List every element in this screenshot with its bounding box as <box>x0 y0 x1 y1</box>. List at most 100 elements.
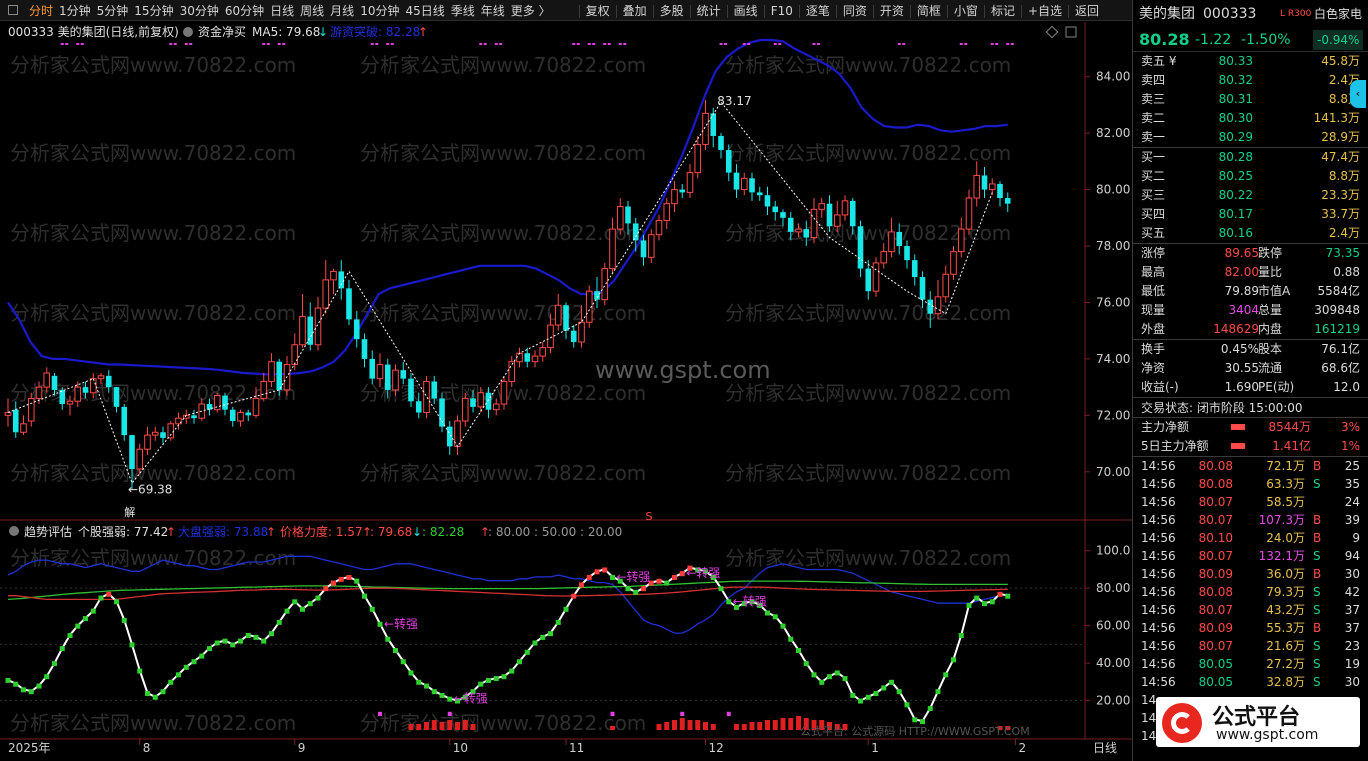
tick-time: 14:56 <box>1141 459 1176 473</box>
signal-dot <box>76 43 80 45</box>
stat-value: 0.88 <box>1333 265 1360 279</box>
strength-marker <box>765 610 770 616</box>
tool-button-0[interactable]: 复权 <box>583 1 613 20</box>
period-tab-5[interactable]: 60分钟 <box>222 1 267 20</box>
toolbar-icon[interactable] <box>0 0 26 18</box>
candle-body <box>981 175 988 190</box>
strength-marker <box>315 595 321 601</box>
strength-marker <box>912 717 918 723</box>
bid-row[interactable]: 买三 80.22 23.3万 <box>1133 186 1368 205</box>
candle-body <box>160 432 166 438</box>
period-tab-7[interactable]: 周线 <box>297 1 327 20</box>
flow-row[interactable]: 5日主力净额 1.41亿 1% <box>1133 437 1368 456</box>
period-tab-0[interactable]: 分时 <box>26 1 56 20</box>
sub-footer-text: 公式平台: 公式源码 HTTP://WWW.GSPT.COM <box>800 724 1030 738</box>
tool-button-7[interactable]: 同资 <box>840 1 870 20</box>
turn-label: ←转强 <box>454 691 488 706</box>
bid-row[interactable]: 买二 80.25 8.8万 <box>1133 167 1368 186</box>
candle-body <box>647 234 655 258</box>
sub-y-tick-label: 40.00 <box>1096 656 1130 670</box>
sector-name[interactable]: 白色家电 <box>1314 0 1362 28</box>
bid-label: 买四 <box>1141 207 1166 221</box>
finance-label: 净资 <box>1141 361 1166 375</box>
tick-row: 14:56 80.07 21.6万 S 23 <box>1133 637 1368 655</box>
ask-price: 80.32 <box>1218 73 1253 87</box>
strength-marker <box>369 606 375 612</box>
period-tab-8[interactable]: 月线 <box>327 1 357 20</box>
ask-row[interactable]: 卖五 ¥ 80.33 45.8万 <box>1133 52 1368 71</box>
tool-button-10[interactable]: 小窗 <box>951 1 981 20</box>
strength-marker <box>106 591 112 597</box>
strength-marker <box>958 633 964 638</box>
flow-label: 主力净额 <box>1141 420 1190 434</box>
signal-dot <box>370 43 374 45</box>
strength-marker <box>416 679 422 685</box>
watermark-text: 分析家公式网www.70822.com <box>10 141 296 165</box>
strength-marker <box>13 681 19 687</box>
period-tab-12[interactable]: 年线 <box>478 1 508 20</box>
pink-bar <box>378 711 382 716</box>
finance-value: 30.55 <box>1224 361 1259 375</box>
tick-volume: 107.3万 <box>1258 513 1305 527</box>
bid-price: 80.17 <box>1218 207 1253 221</box>
stat-value: 82.00 <box>1224 265 1259 279</box>
bid-row[interactable]: 买五 80.16 2.4万 <box>1133 224 1368 243</box>
tool-button-6[interactable]: 逐笔 <box>803 1 833 20</box>
brand-logo-icon <box>1162 703 1202 743</box>
bid-row[interactable]: 买一 80.28 47.4万 <box>1133 148 1368 167</box>
ask-row[interactable]: 卖四 80.32 2.4万 <box>1133 71 1368 90</box>
strength-marker <box>284 608 290 614</box>
candle-body <box>749 178 755 193</box>
period-tab-11[interactable]: 季线 <box>448 1 478 20</box>
bid-row[interactable]: 买四 80.17 33.7万 <box>1133 205 1368 224</box>
strength-marker <box>129 642 135 648</box>
strength-marker <box>214 640 220 646</box>
period-tab-1[interactable]: 1分钟 <box>56 1 94 20</box>
period-tab-13[interactable]: 更多 〉 <box>508 1 554 20</box>
period-tab-6[interactable]: 日线 <box>267 1 297 20</box>
tool-button-1[interactable]: 叠加 <box>620 1 650 20</box>
stat-label: 量比 <box>1258 265 1283 279</box>
toolbar-separator <box>763 5 765 18</box>
candle-body <box>927 299 934 314</box>
strength-marker <box>176 672 181 678</box>
strength-marker <box>532 640 538 646</box>
watermark-text: 分析家公式网www.70822.com <box>360 53 646 77</box>
settings-icon <box>183 27 193 37</box>
candle-body <box>578 321 585 343</box>
expand-handle[interactable]: ‹ <box>1350 80 1366 108</box>
tool-button-5[interactable]: F10 <box>768 1 796 20</box>
period-tab-2[interactable]: 5分钟 <box>94 1 132 20</box>
period-tab-9[interactable]: 10分钟 <box>357 1 402 20</box>
watermark-text: 分析家公式网www.70822.com <box>10 301 296 325</box>
toolbar-separator <box>798 5 800 18</box>
tool-button-9[interactable]: 简框 <box>914 1 944 20</box>
candle-body <box>740 177 748 191</box>
toolbar-separator <box>872 5 874 18</box>
tick-time: 14:56 <box>1141 657 1176 671</box>
tool-button-13[interactable]: 返回 <box>1072 1 1102 20</box>
strength-marker <box>400 659 406 665</box>
tool-button-2[interactable]: 多股 <box>657 1 687 20</box>
tool-button-11[interactable]: 标记 <box>988 1 1018 20</box>
strength-marker <box>90 608 96 614</box>
tool-button-4[interactable]: 画线 <box>731 1 761 20</box>
period-tab-4[interactable]: 30分钟 <box>177 1 222 20</box>
ask-row[interactable]: 卖二 80.30 141.3万 <box>1133 109 1368 128</box>
period-tab-10[interactable]: 45日线 <box>402 1 447 20</box>
tick-count: 94 <box>1344 549 1360 563</box>
tick-time: 14:56 <box>1141 495 1176 509</box>
tick-time: 14:56 <box>1141 567 1176 581</box>
tool-button-3[interactable]: 统计 <box>694 1 724 20</box>
x-tick-label: 12 <box>709 741 724 755</box>
ask-row[interactable]: 卖一 80.29 28.9万 <box>1133 128 1368 147</box>
ask-row[interactable]: 卖三 80.31 8.8万 <box>1133 90 1368 109</box>
candle-body <box>601 268 609 301</box>
flow-row[interactable]: 主力净额 8544万 3% <box>1133 418 1368 437</box>
strength-marker <box>873 691 879 697</box>
period-tab-3[interactable]: 15分钟 <box>131 1 176 20</box>
tool-button-8[interactable]: 开资 <box>877 1 907 20</box>
stat-label: 现量 <box>1141 303 1166 317</box>
strength-marker <box>788 636 794 642</box>
tool-button-12[interactable]: +自选 <box>1025 1 1065 20</box>
